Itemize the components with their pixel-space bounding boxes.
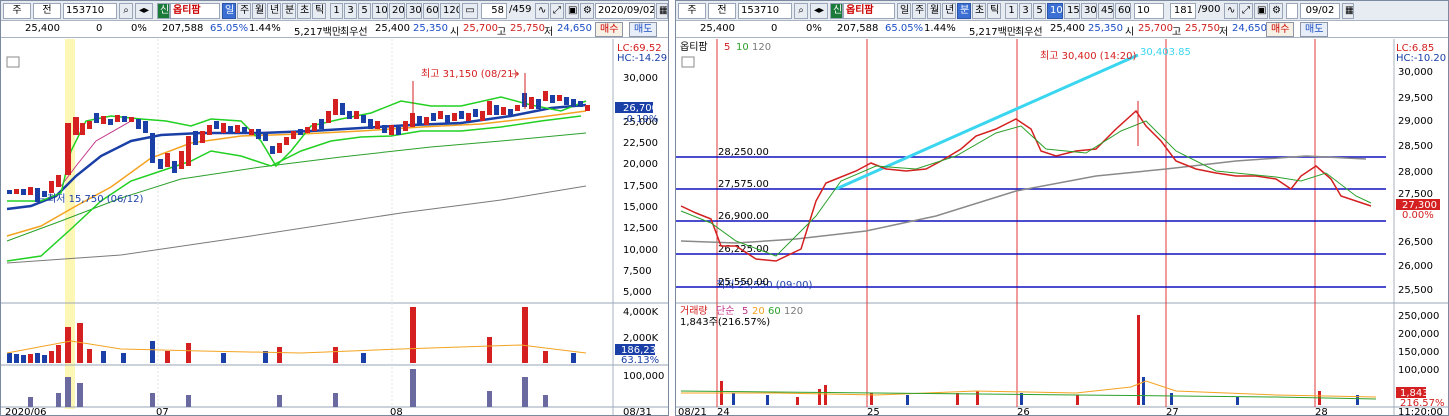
svg-text:26,000: 26,000 <box>1398 261 1433 272</box>
left-cur-pct: -0.19% <box>623 114 658 125</box>
right-chart-canvas[interactable]: 옵티팜 5 10 120 28,250.00 27,575.00 26,900.… <box>676 1 1449 416</box>
left-volume-bars <box>7 307 576 363</box>
left-sub-tick: 100,000 <box>623 371 664 382</box>
left-x-label-0: 2020/06 <box>5 407 47 416</box>
right-x-label-3: 26 <box>1017 407 1030 416</box>
left-vol-tick-4000: 4,000K <box>623 307 659 318</box>
svg-text:26,500: 26,500 <box>1398 237 1433 248</box>
svg-text:20: 20 <box>752 306 765 317</box>
left-chart-canvas[interactable]: 최고 31,150 (08/21) → ← 최저 15,750 (06/12) … <box>1 1 669 416</box>
right-x-label-0: 08/21 <box>678 407 707 416</box>
left-vol-tick-2000: 2,000K <box>623 333 659 344</box>
left-panel-icon <box>6 56 20 68</box>
svg-text:→: → <box>511 69 519 80</box>
vol-legend: 거래량 <box>680 305 708 317</box>
svg-text:30,000: 30,000 <box>1398 67 1433 78</box>
right-x-label-6: 11:20:00 <box>1398 407 1443 416</box>
svg-text:25,500: 25,500 <box>1398 285 1433 296</box>
hline-label-2: 26,900.00 <box>718 211 769 222</box>
left-sub-bars <box>28 369 548 407</box>
right-hc: HC:-10.20 <box>1396 53 1446 64</box>
left-cur-price: 26,700 <box>623 103 658 114</box>
right-low-label: 25,550.00 <box>718 277 769 288</box>
svg-text:17,500: 17,500 <box>623 181 658 192</box>
svg-text:30,000: 30,000 <box>623 73 658 84</box>
support-lines <box>676 156 1386 288</box>
vol-tick-200k: 200,000 <box>1398 329 1439 340</box>
svg-text:7,500: 7,500 <box>623 266 652 277</box>
vol-tick-100k: 100,000 <box>1398 365 1439 376</box>
right-cur-pct: 0.00% <box>1402 210 1434 221</box>
left-x-label-3: 08/31 <box>623 407 652 416</box>
left-high-note: 최고 31,150 (08/21) <box>421 68 517 80</box>
trendline <box>835 53 1139 191</box>
right-ma10: 10 <box>736 42 749 53</box>
right-x-label-2: 25 <box>867 407 880 416</box>
left-vol-pct: 63.13% <box>621 355 659 366</box>
vol-tick-150k: 150,000 <box>1398 347 1439 358</box>
left-low-note: 최저 15,750 (06/12) <box>47 193 143 205</box>
right-high-note: 최고 30,400 (14:20) <box>1040 50 1136 62</box>
trend-note: 30,403.85 <box>1140 47 1191 58</box>
right-panel-icon <box>681 56 695 68</box>
vol-ma-label: 단순 <box>716 305 734 317</box>
right-x-label-5: 28 <box>1315 407 1328 416</box>
hline-label-0: 28,250.00 <box>718 147 769 158</box>
left-hc: HC:-14.29 <box>617 53 667 64</box>
left-x-label-1: 07 <box>156 407 169 416</box>
svg-text:10,000: 10,000 <box>623 245 658 256</box>
svg-text:27,500: 27,500 <box>1398 189 1433 200</box>
svg-text:28,000: 28,000 <box>1398 167 1433 178</box>
svg-text:20,000: 20,000 <box>623 159 658 170</box>
svg-text:60: 60 <box>768 306 781 317</box>
vol-tick-250k: 250,000 <box>1398 311 1439 322</box>
right-x-label-4: 27 <box>1166 407 1179 416</box>
left-x-label-2: 08 <box>390 407 403 416</box>
daily-chart-pane: 주 전 153710 ⌕ ◂▸ 신 옵티팜 일 주 월 년 분 초 틱 1 3 … <box>0 0 669 416</box>
svg-text:28,500: 28,500 <box>1398 141 1433 152</box>
vol-info: 1,843주(216.57%) <box>680 317 770 328</box>
svg-text:12,500: 12,500 <box>623 223 658 234</box>
svg-text:22,500: 22,500 <box>623 138 658 149</box>
right-volume-bars <box>720 315 1359 405</box>
intraday-chart-pane: 주 전 153710 ⌕ ◂▸ 신 옵티팜 일 주 월 년 분 초 틱 1 3 … <box>675 0 1449 416</box>
right-ma5: 5 <box>724 42 730 53</box>
hline-label-1: 27,575.00 <box>718 179 769 190</box>
svg-text:29,000: 29,000 <box>1398 116 1433 127</box>
right-legend-name: 옵티팜 <box>680 41 708 53</box>
right-x-label-1: 24 <box>717 407 730 416</box>
svg-text:120: 120 <box>784 306 803 317</box>
svg-text:←: ← <box>37 194 45 205</box>
day-separators <box>716 39 1316 407</box>
svg-text:15,000: 15,000 <box>623 202 658 213</box>
svg-text:5,000: 5,000 <box>623 287 652 298</box>
right-ma120: 120 <box>752 42 771 53</box>
svg-text:5: 5 <box>742 306 748 317</box>
svg-text:29,500: 29,500 <box>1398 93 1433 104</box>
right-yaxis: 30,000 29,500 29,000 28,500 28,000 27,50… <box>1398 67 1433 296</box>
